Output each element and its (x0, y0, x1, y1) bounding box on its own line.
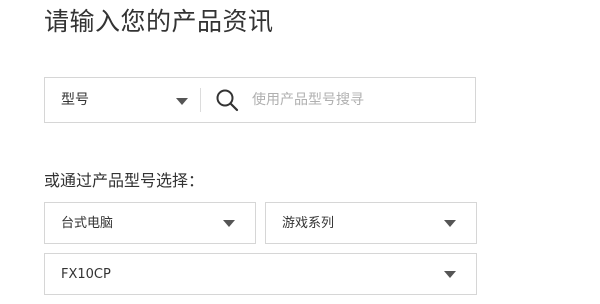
caret-down-icon (223, 220, 235, 227)
caret-down-icon (444, 220, 456, 227)
search-input[interactable] (250, 85, 469, 115)
model-dropdown-value: FX10CP (61, 267, 111, 282)
series-dropdown[interactable]: 游戏系列 (265, 202, 477, 244)
search-icon[interactable] (215, 88, 239, 112)
search-bar: 型号 (44, 77, 476, 123)
page-title: 请输入您的产品资讯 (44, 7, 274, 36)
search-type-label: 型号 (61, 92, 89, 108)
search-type-select[interactable]: 型号 (45, 78, 199, 122)
caret-down-icon (444, 271, 456, 278)
category-dropdown[interactable]: 台式电脑 (44, 202, 256, 244)
browse-by-model-label: 或通过产品型号选择： (44, 171, 205, 190)
series-dropdown-value: 游戏系列 (282, 216, 335, 231)
category-dropdown-value: 台式电脑 (61, 216, 114, 231)
search-divider (200, 88, 201, 112)
model-dropdown[interactable]: FX10CP (44, 253, 477, 295)
caret-down-icon (176, 98, 188, 105)
product-lookup-page: 请输入您的产品资讯 型号 或通过产品型号选择： 台式电脑 游戏系列 FX10CP (0, 0, 600, 304)
